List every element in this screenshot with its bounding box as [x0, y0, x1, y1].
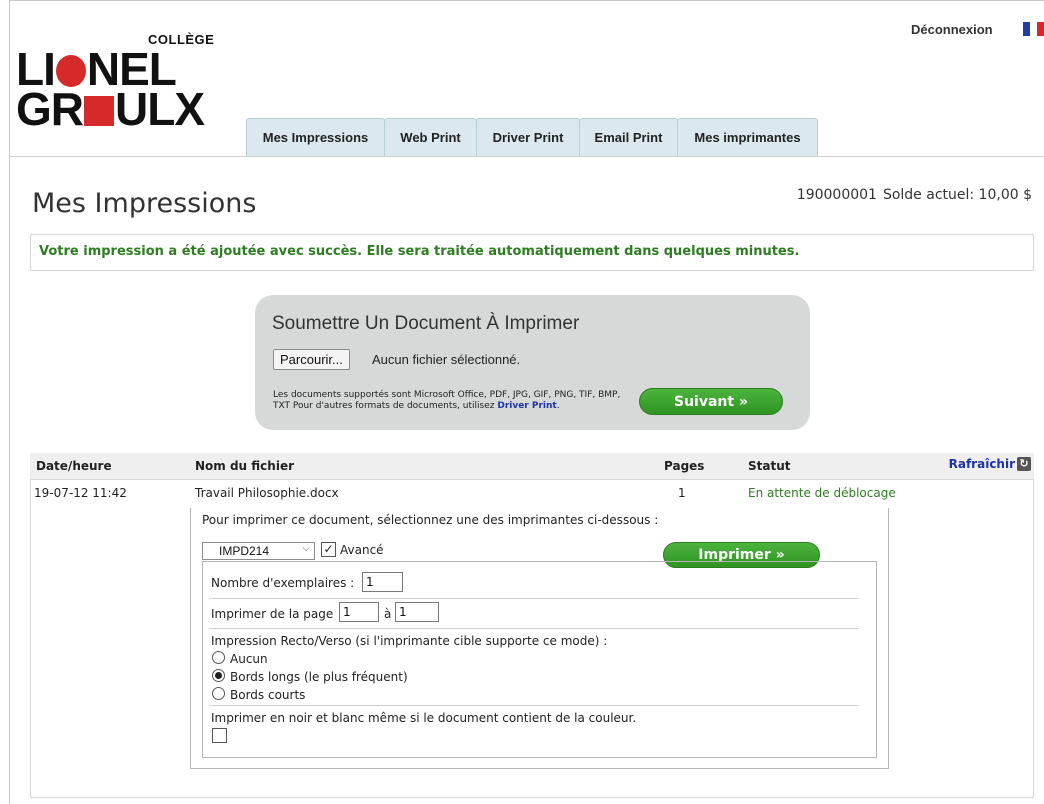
refresh-link[interactable]: Rafraîchir ↻	[949, 457, 1031, 471]
page-title: Mes Impressions	[32, 188, 257, 219]
options-divider	[209, 598, 859, 599]
tab-mes-imprimantes[interactable]: Mes imprimantes	[677, 118, 818, 156]
bw-label: Imprimer en noir et blanc même si le doc…	[211, 711, 637, 725]
copies-input[interactable]: 1	[362, 572, 403, 592]
submit-document-panel: Soumettre Un Document À Imprimer Parcour…	[255, 295, 810, 430]
header-filename: Nom du fichier	[195, 459, 294, 473]
duplex-long-edge-label: Bords longs (le plus fréquent)	[230, 670, 408, 684]
selected-file-status: Aucun fichier sélectionné.	[372, 352, 521, 367]
tab-email-print[interactable]: Email Print	[579, 118, 678, 156]
copies-label: Nombre d'exemplaires :	[211, 576, 355, 590]
jobs-table-header: Date/heure Nom du fichier Pages Statut R…	[30, 453, 1034, 480]
submit-title: Soumettre Un Document À Imprimer	[272, 313, 580, 334]
next-button[interactable]: Suivant »	[639, 388, 783, 415]
page-from-input[interactable]: 1	[339, 602, 379, 622]
balance-text: Solde actuel: 10,00 $	[882, 187, 1032, 203]
advanced-options-box	[202, 561, 877, 758]
language-flag-icon[interactable]	[1023, 22, 1044, 36]
supported-formats-note: Les documents supportés sont Microsoft O…	[273, 390, 621, 411]
browse-file-button[interactable]: Parcourir...	[273, 349, 350, 370]
header-date: Date/heure	[36, 459, 112, 473]
duplex-label: Impression Recto/Verso (si l'imprimante …	[211, 634, 608, 648]
options-divider	[209, 628, 859, 629]
duplex-short-edge-label: Bords courts	[230, 688, 306, 702]
job-status: En attente de déblocage	[748, 486, 896, 500]
advanced-checkbox[interactable]: ✓	[321, 542, 336, 557]
duplex-short-edge-radio[interactable]	[212, 687, 225, 700]
header-divider	[9, 156, 1044, 157]
logout-link[interactable]: Déconnexion	[911, 22, 993, 37]
page-top-border	[9, 0, 1044, 1]
page-to-label: à	[384, 607, 392, 621]
header-status: Statut	[748, 459, 791, 473]
logo-red-square	[84, 96, 114, 126]
page-to-input[interactable]: 1	[395, 602, 439, 622]
account-balance: 190000001 Solde actuel: 10,00 $	[797, 187, 1032, 203]
tab-mes-impressions[interactable]: Mes Impressions	[246, 118, 385, 156]
duplex-none-radio[interactable]	[212, 651, 225, 664]
logo-line-2: GR ULX	[16, 83, 205, 135]
job-pages: 1	[678, 486, 686, 500]
duplex-long-edge-radio[interactable]	[212, 669, 225, 682]
page-left-border	[9, 0, 10, 804]
bw-checkbox[interactable]	[212, 728, 227, 743]
duplex-none-label: Aucun	[230, 652, 268, 666]
page-range-label: Imprimer de la page	[211, 607, 334, 621]
main-nav-tabs: Mes Impressions Web Print Driver Print E…	[246, 118, 818, 156]
account-number: 190000001	[796, 187, 877, 203]
tab-web-print[interactable]: Web Print	[384, 118, 477, 156]
college-logo[interactable]: COLLÈGE LI NEL GR ULX	[16, 30, 226, 135]
options-divider	[209, 705, 859, 706]
driver-print-link[interactable]: Driver Print	[497, 401, 556, 411]
job-filename: Travail Philosophie.docx	[195, 486, 339, 500]
chevron-down-icon: ⌵	[302, 543, 310, 554]
success-message: Votre impression a été ajoutée avec succ…	[30, 234, 1034, 271]
printer-select[interactable]: IMPD214 ⌵	[202, 542, 315, 560]
refresh-icon[interactable]: ↻	[1017, 457, 1031, 471]
job-date: 19-07-12 11:42	[34, 486, 127, 500]
printer-instruction: Pour imprimer ce document, sélectionnez …	[202, 513, 659, 527]
tab-driver-print[interactable]: Driver Print	[476, 118, 580, 156]
header-pages: Pages	[664, 459, 705, 473]
advanced-label: Avancé	[340, 543, 384, 557]
